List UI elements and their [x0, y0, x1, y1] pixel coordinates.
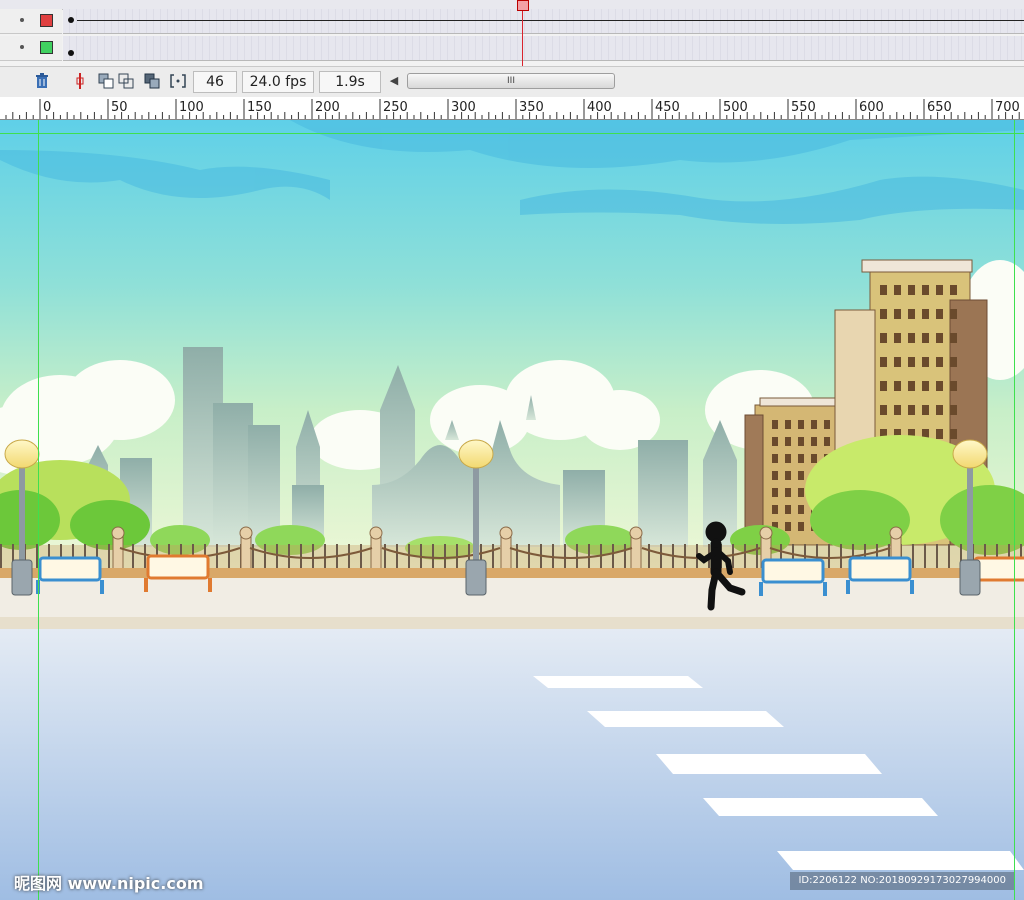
ruler-label: 400: [587, 100, 612, 115]
ruler-label: 0: [43, 100, 51, 115]
modify-onion-markers-icon[interactable]: [168, 72, 188, 92]
ruler-label: 500: [723, 100, 748, 115]
ruler-label: 550: [791, 100, 816, 115]
visibility-dot-icon[interactable]: [20, 45, 24, 49]
ruler-ticks: 0 50 100 150 200 250 300 350 400 450 500 550 600 650 7…: [5, 99, 1020, 119]
layer-frames[interactable]: [63, 9, 1024, 34]
sidewalk: [0, 578, 1024, 618]
ruler-label: 600: [859, 100, 884, 115]
center-frame-icon[interactable]: [70, 72, 90, 92]
ruler-label: 150: [247, 100, 272, 115]
watermark-site-logo: 昵图网 www.nipic.com: [14, 874, 204, 893]
ruler-label: 250: [383, 100, 408, 115]
curb: [0, 617, 1024, 629]
scroll-left-arrow-icon[interactable]: ◀: [385, 72, 403, 90]
layer-outline-color-swatch[interactable]: [40, 14, 53, 27]
layer-controls: [0, 36, 62, 61]
stage-guide-right[interactable]: [1014, 120, 1015, 900]
trash-icon[interactable]: [32, 72, 52, 92]
ruler-label: 350: [519, 100, 544, 115]
current-frame-field[interactable]: 46: [193, 71, 237, 93]
ruler-label: 300: [451, 100, 476, 115]
timeline-panel: 46 24.0 fps 1.9s ◀ III: [0, 0, 1024, 98]
layer-row-1[interactable]: [0, 9, 1024, 34]
layer-frames[interactable]: [63, 36, 1024, 61]
edit-multiple-frames-icon[interactable]: [142, 72, 162, 92]
frame-rate-field[interactable]: 24.0 fps: [242, 71, 314, 93]
stage-guide-top[interactable]: [0, 133, 1024, 134]
ruler-label: 50: [111, 100, 128, 115]
motion-tween-line: [77, 20, 1024, 21]
ruler-label: 700: [995, 100, 1020, 115]
onion-skin-icon[interactable]: [96, 72, 116, 92]
layer-controls: [0, 9, 62, 34]
ruler-label: 650: [927, 100, 952, 115]
elapsed-time-field: 1.9s: [319, 71, 381, 93]
scroll-thumb[interactable]: III: [407, 73, 615, 89]
keyframe-dot-icon[interactable]: [68, 17, 74, 23]
timeline-status-bar: 46 24.0 fps 1.9s ◀ III: [0, 66, 1024, 98]
keyframe-dot-icon[interactable]: [68, 50, 74, 56]
horizontal-ruler: 0 50 100 150 200 250 300 350 400 450 500 550 600 650 7…: [0, 97, 1024, 120]
timeline-horizontal-scrollbar[interactable]: ◀ III: [385, 72, 617, 90]
playhead-handle[interactable]: [517, 0, 529, 11]
layer-outline-color-swatch[interactable]: [40, 41, 53, 54]
scene-artwork[interactable]: [0, 120, 1024, 900]
ruler-label: 450: [655, 100, 680, 115]
ruler-label: 200: [315, 100, 340, 115]
onion-skin-outlines-icon[interactable]: [116, 72, 136, 92]
stage-canvas[interactable]: [0, 120, 1024, 900]
layer-row-2[interactable]: [0, 36, 1024, 61]
visibility-dot-icon[interactable]: [20, 18, 24, 22]
watermark-image-id: ID:2206122 NO:20180929173027994000: [790, 872, 1014, 890]
stage-guide-left[interactable]: [38, 120, 39, 900]
ruler-label: 100: [179, 100, 204, 115]
